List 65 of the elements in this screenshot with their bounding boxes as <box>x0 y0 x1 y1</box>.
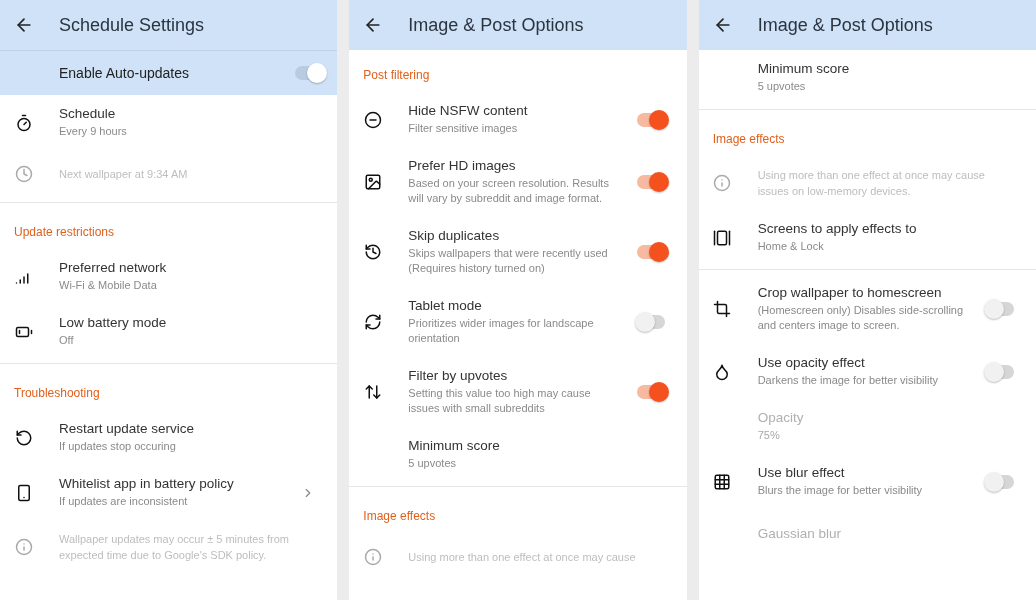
section-header: Troubleshooting <box>13 385 101 402</box>
row-subtitle: Every 9 hours <box>59 124 128 139</box>
history-icon <box>363 243 382 261</box>
row-subtitle: If updates are inconsistent <box>59 494 189 509</box>
section-header: Image effects <box>362 508 437 525</box>
row-title[interactable]: Minimum score <box>757 61 1014 76</box>
row-title[interactable]: Use opacity effect <box>757 355 970 370</box>
restart-icon <box>14 428 33 447</box>
row-title[interactable]: Low battery mode <box>59 315 316 330</box>
row-title[interactable]: Whitelist app in battery policy <box>59 476 294 491</box>
screen-title: Image & Post Options <box>757 14 933 36</box>
section-header: Update restrictions <box>13 224 116 241</box>
row-title[interactable]: Preferred network <box>59 260 316 275</box>
crop-icon <box>713 300 732 318</box>
toggle-switch[interactable] <box>986 302 1014 316</box>
row-subtitle: Based on your screen resolution. Results will vary by subreddit and image format. <box>408 176 610 206</box>
row-subtitle: If updates stop occuring <box>59 439 177 454</box>
clock-icon <box>14 165 33 183</box>
row-title[interactable]: Schedule <box>59 106 316 121</box>
row-subtitle: Darkens the image for better visibility <box>757 373 939 388</box>
row-title[interactable]: Screens to apply effects to <box>757 221 1014 236</box>
row-title: Enable Auto-updates <box>59 65 190 81</box>
minus-circle-icon <box>363 110 382 129</box>
row-subtitle: Wi-Fi & Mobile Data <box>59 278 158 293</box>
toggle-switch[interactable] <box>986 474 1014 489</box>
screens-icon <box>713 228 732 247</box>
row-subtitle: Filter sensitive images <box>408 121 519 136</box>
row-title[interactable]: Minimum score <box>408 438 665 453</box>
image-icon <box>363 173 382 191</box>
rotate-icon <box>363 313 382 331</box>
row-subtitle: Skips wallpapers that were recently used (Requires history turned on) <box>408 246 609 276</box>
info-text: Using more than one effect at once may cause issues on low-memory devices. <box>757 168 986 199</box>
row-subtitle: Off <box>59 333 75 348</box>
row-subtitle: Home & Lock <box>757 239 825 254</box>
row-subtitle: Blurs the image for better visibility <box>757 483 924 498</box>
row-subtitle: 5 upvotes <box>757 79 807 94</box>
info-icon <box>14 538 33 556</box>
toggle-switch[interactable] <box>986 364 1014 379</box>
row-subtitle: 75% <box>757 428 781 443</box>
row-subtitle: (Homescreen only) Disables side-scrolling and centers image to screen. <box>757 303 965 333</box>
up-down-arrows-icon <box>363 383 382 401</box>
toggle-switch[interactable] <box>636 315 665 329</box>
row-subtitle: Setting this value too high may cause issues with small subreddits <box>408 386 592 416</box>
toggle-switch[interactable] <box>295 66 324 80</box>
section-header: Post filtering <box>362 67 431 84</box>
row-title[interactable]: Hide NSFW content <box>408 103 621 118</box>
row-title[interactable]: Restart update service <box>59 421 316 436</box>
row-title[interactable]: Prefer HD images <box>408 158 621 173</box>
row-title[interactable]: Tablet mode <box>408 298 621 313</box>
screen-title: Image & Post Options <box>408 14 584 36</box>
info-text: Wallpaper updates may occur ± 5 minutes from expected time due to Google's SDK policy. <box>59 532 290 563</box>
info-icon <box>713 174 732 192</box>
info-text: Using more than one effect at once may cause <box>408 550 637 565</box>
row-title[interactable]: Skip duplicates <box>408 228 621 243</box>
info-icon <box>363 548 382 566</box>
timer-icon <box>14 113 33 132</box>
row-title[interactable]: Crop wallpaper to homescreen <box>757 285 970 300</box>
row-subtitle: Prioritizes wider images for landscape orientation <box>408 316 595 346</box>
grid-icon <box>713 472 732 491</box>
screen-title: Schedule Settings <box>59 14 205 36</box>
row-title[interactable]: Filter by upvotes <box>408 368 621 383</box>
section-header: Image effects <box>711 131 786 148</box>
info-text: Next wallpaper at 9:34 AM <box>59 167 189 182</box>
row-title[interactable]: Use blur effect <box>757 465 970 480</box>
row-subtitle: 5 upvotes <box>408 456 458 471</box>
